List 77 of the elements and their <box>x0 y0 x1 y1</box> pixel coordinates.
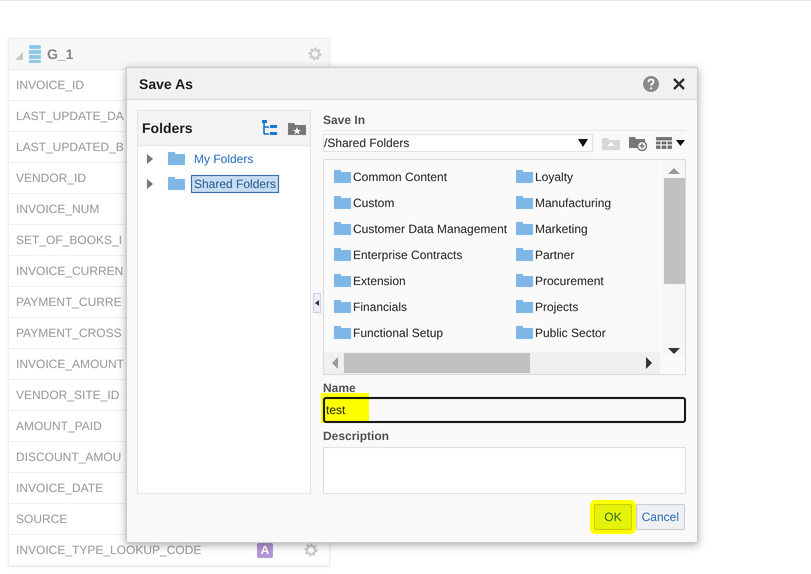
folder-icon <box>334 274 351 288</box>
column-name: INVOICE_DATE <box>16 481 104 495</box>
column-name: VENDOR_ID <box>16 171 86 185</box>
scroll-up-arrow-icon[interactable] <box>668 166 680 174</box>
expand-triangle-icon[interactable] <box>146 152 154 164</box>
field-label: Description <box>323 428 390 445</box>
field-label: Save In <box>323 112 366 129</box>
folder-icon <box>516 300 533 314</box>
folder-tree-item[interactable]: Shared Folders <box>191 174 280 192</box>
settings-icon[interactable] <box>303 542 319 558</box>
folder-item[interactable]: Projects <box>535 300 578 314</box>
folder-icon <box>334 248 351 262</box>
folder-icon <box>168 152 185 165</box>
folder-icon <box>516 170 533 184</box>
folder-icon <box>516 222 533 236</box>
column-name: DISCOUNT_AMOU <box>16 450 122 464</box>
dropdown-arrow-icon <box>578 138 588 147</box>
folder-tree-item[interactable]: My Folders <box>191 150 256 168</box>
column-name: VENDOR_SITE_ID <box>16 388 120 402</box>
column-name: SET_OF_BOOKS_I <box>16 233 122 247</box>
folder-item[interactable]: Procurement <box>535 274 604 288</box>
dialog-title: Save As <box>139 76 194 92</box>
help-icon[interactable] <box>643 76 659 92</box>
folder-item[interactable]: Loyalty <box>535 170 574 184</box>
column-name: LAST_UPDATED_B <box>16 140 124 154</box>
type-badge: A <box>257 542 273 558</box>
horizontal-scrollbar[interactable] <box>324 352 660 374</box>
folder-item[interactable]: Partner <box>535 248 574 262</box>
column-name: INVOICE_NUM <box>16 202 100 216</box>
scroll-left-arrow-icon[interactable] <box>330 356 338 369</box>
folder-icon <box>516 326 533 340</box>
folder-icon <box>516 274 533 288</box>
column-name: LAST_UPDATE_DA <box>16 109 124 123</box>
folder-icon <box>516 196 533 210</box>
data-set-title: G_1 <box>47 46 74 62</box>
column-name: INVOICE_CURREN <box>16 264 124 278</box>
splitter-handle[interactable] <box>313 293 321 313</box>
folder-item[interactable]: Extension <box>353 274 406 288</box>
folder-icon <box>168 177 185 190</box>
favorite-folder-icon[interactable] <box>288 121 306 135</box>
folder-icon <box>334 326 351 340</box>
close-icon[interactable] <box>673 78 685 90</box>
folder-icon <box>334 170 351 184</box>
expand-triangle-icon[interactable] <box>146 178 154 190</box>
tree-view-icon[interactable] <box>262 120 278 136</box>
folder-item[interactable]: Enterprise Contracts <box>353 248 462 262</box>
folder-item[interactable]: Common Content <box>353 170 448 184</box>
scroll-right-arrow-icon[interactable] <box>646 356 654 369</box>
field-label: Name <box>323 380 357 397</box>
database-icon <box>29 45 41 63</box>
column-name: SOURCE <box>16 512 68 526</box>
vertical-scrollbar[interactable] <box>663 160 685 356</box>
panel-title: Folders <box>142 120 194 136</box>
column-name: INVOICE_ID <box>16 78 84 92</box>
scroll-down-arrow-icon[interactable] <box>668 348 680 356</box>
folder-icon <box>516 248 533 262</box>
folder-item[interactable]: Financials <box>353 300 408 314</box>
view-menu-icon[interactable] <box>656 136 686 149</box>
folder-item[interactable]: Custom <box>353 196 394 210</box>
folder-item[interactable]: Manufacturing <box>535 196 612 210</box>
folder-icon <box>334 196 351 210</box>
folder-item[interactable]: Public Sector <box>535 326 606 340</box>
folder-icon <box>334 222 351 236</box>
column-name: PAYMENT_CURRE <box>16 295 122 309</box>
name-input[interactable]: test <box>323 396 686 423</box>
folder-item[interactable]: Functional Setup <box>353 326 444 340</box>
save-in-dropdown[interactable]: /Shared Folders <box>323 134 593 152</box>
cancel-button[interactable]: Cancel <box>636 504 685 530</box>
column-name: AMOUNT_PAID <box>16 419 102 433</box>
folder-item[interactable]: Marketing <box>535 222 588 236</box>
column-name: INVOICE_TYPE_LOOKUP_CODE <box>16 543 202 557</box>
folder-icon <box>334 300 351 314</box>
column-name: INVOICE_AMOUNT <box>16 357 124 371</box>
description-input[interactable] <box>323 446 686 494</box>
new-folder-icon[interactable] <box>629 134 647 151</box>
column-name: PAYMENT_CROSS <box>16 326 122 340</box>
folder-item[interactable]: Customer Data Management <box>353 222 508 236</box>
